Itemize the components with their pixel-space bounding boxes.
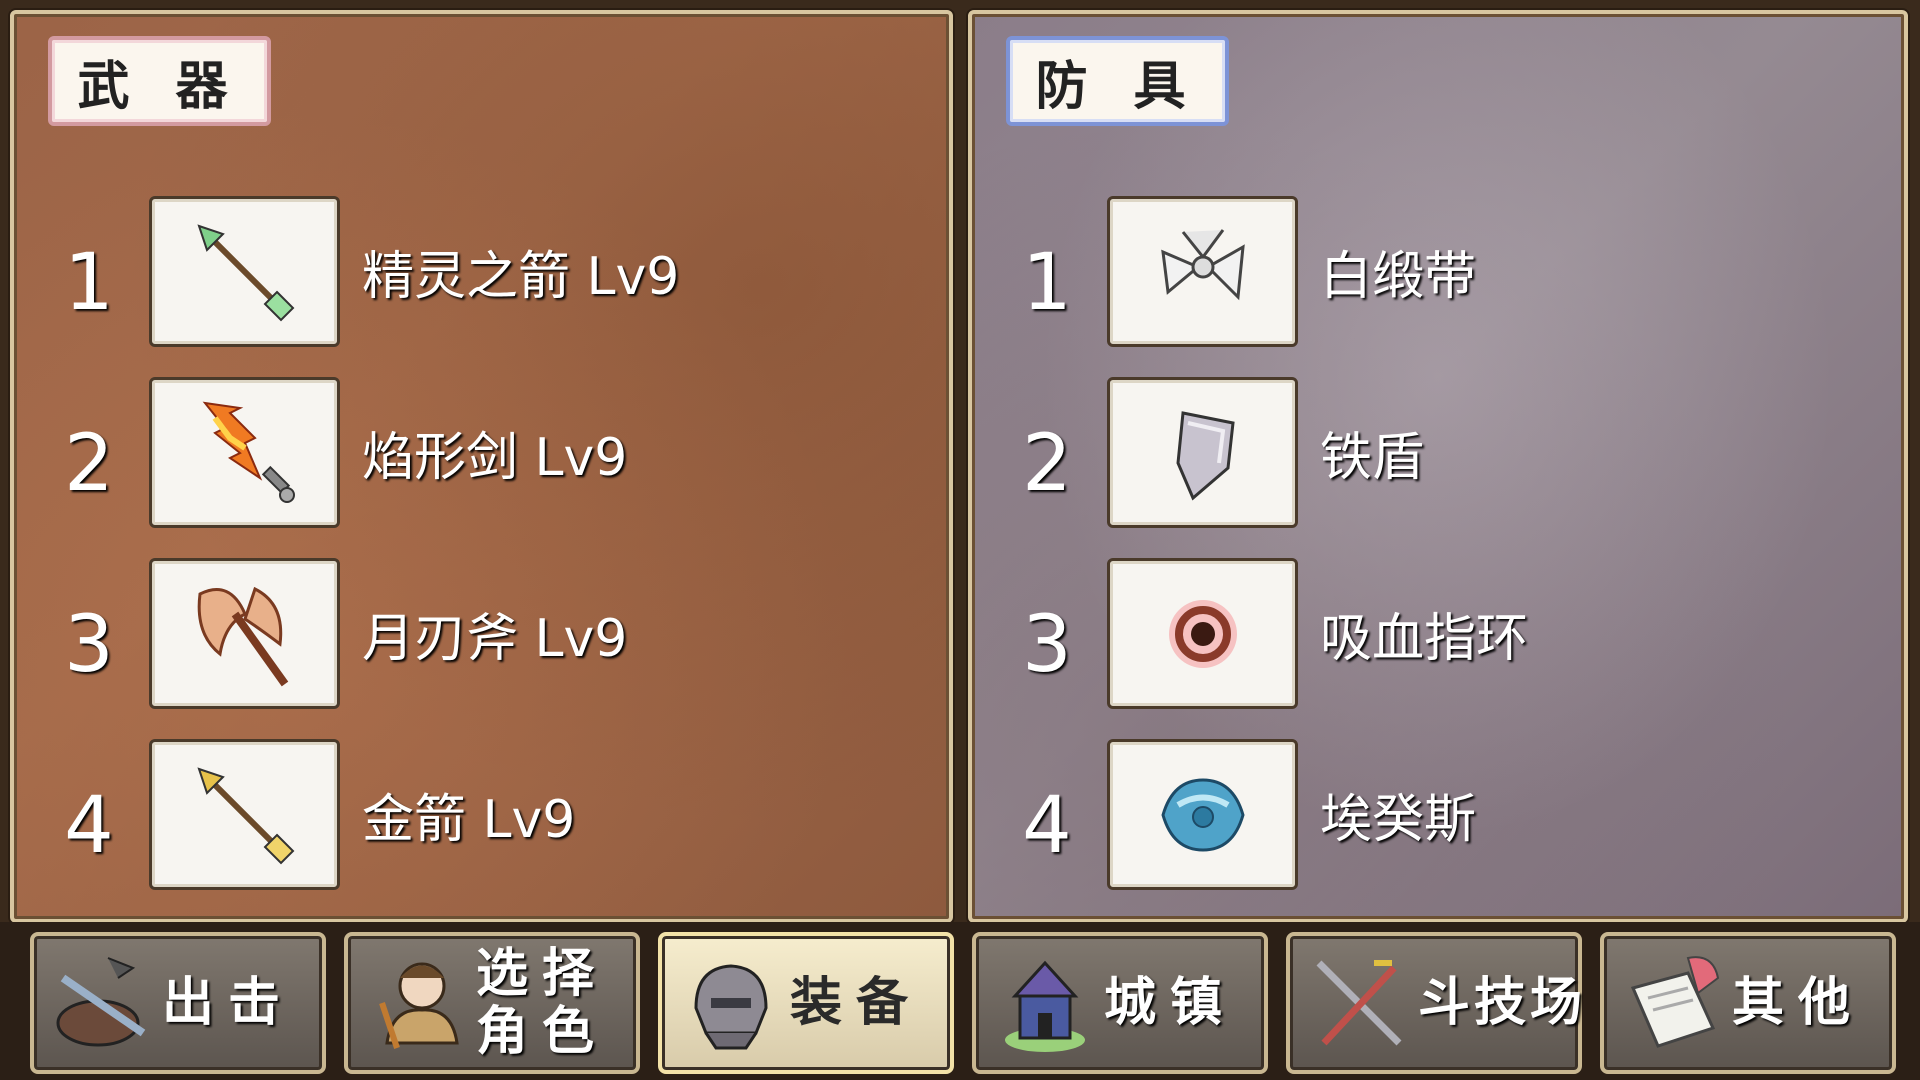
armor-slot-2[interactable]: 2 铁盾	[972, 377, 1872, 528]
armor-helmet-icon	[672, 944, 790, 1062]
town-button[interactable]: 城镇	[972, 932, 1268, 1074]
other-button[interactable]: 其他	[1600, 932, 1896, 1074]
aegis-icon[interactable]	[1107, 739, 1298, 890]
iron-shield-icon[interactable]	[1107, 377, 1298, 528]
nav-label-line1: 选择	[476, 944, 609, 1004]
weapon-slot-4[interactable]: 4 金箭 Lv9	[14, 739, 914, 890]
nav-label: 斗技场	[1418, 973, 1587, 1033]
slot-number: 1	[64, 238, 114, 328]
slot-number: 3	[1022, 600, 1072, 690]
weapon-slot-1[interactable]: 1 精灵之箭 Lv9	[14, 196, 914, 347]
vampire-ring-icon[interactable]	[1107, 558, 1298, 709]
moon-axe-icon[interactable]	[149, 558, 340, 709]
armor-name: 铁盾	[1320, 428, 1425, 488]
scroll-icon	[1614, 944, 1732, 1062]
town-icon	[986, 944, 1104, 1062]
armor-slot-1[interactable]: 1 白缎带	[972, 196, 1872, 347]
armor-name: 吸血指环	[1320, 609, 1529, 669]
weapons-panel: 武 器 1 精灵之箭 Lv9 2 焰形剑 Lv9 3 月刃斧 Lv9 4 金箭 …	[10, 10, 953, 923]
slot-number: 2	[64, 419, 114, 509]
armor-title: 防 具	[1006, 36, 1229, 126]
weapon-slot-3[interactable]: 3 月刃斧 Lv9	[14, 558, 914, 709]
gold-arrow-icon[interactable]	[149, 739, 340, 890]
nav-label: 装备	[790, 973, 923, 1033]
slot-number: 4	[1022, 781, 1072, 871]
weapon-name: 金箭 Lv9	[362, 790, 576, 850]
nav-label: 其他	[1732, 973, 1865, 1033]
armor-name: 白缎带	[1320, 247, 1477, 307]
weapon-name: 月刃斧 Lv9	[362, 609, 628, 669]
armor-slot-3[interactable]: 3 吸血指环	[972, 558, 1872, 709]
weapon-slot-2[interactable]: 2 焰形剑 Lv9	[14, 377, 914, 528]
slot-number: 1	[1022, 238, 1072, 328]
armor-slot-4[interactable]: 4 埃癸斯	[972, 739, 1872, 890]
elf-arrow-icon[interactable]	[149, 196, 340, 347]
arena-swords-icon	[1300, 944, 1418, 1062]
white-ribbon-icon[interactable]	[1107, 196, 1298, 347]
armor-name: 埃癸斯	[1320, 790, 1477, 850]
weapons-title: 武 器	[48, 36, 271, 126]
flame-sword-icon[interactable]	[149, 377, 340, 528]
sortie-icon	[44, 944, 162, 1062]
sortie-button[interactable]: 出击	[30, 932, 326, 1074]
bottom-nav: 出击 选择 角色 装备 城镇 斗技场 其他	[0, 922, 1920, 1080]
slot-number: 3	[64, 600, 114, 690]
slot-number: 2	[1022, 419, 1072, 509]
nav-label: 城镇	[1104, 973, 1237, 1033]
weapon-name: 焰形剑 Lv9	[362, 428, 628, 488]
weapon-name: 精灵之箭 Lv9	[362, 247, 680, 307]
slot-number: 4	[64, 781, 114, 871]
nav-label: 出击	[162, 973, 295, 1033]
equipment-button[interactable]: 装备	[658, 932, 954, 1074]
character-icon	[358, 944, 476, 1062]
nav-label: 选择 角色	[476, 945, 608, 1061]
nav-label-line2: 角色	[476, 1002, 609, 1062]
select-character-button[interactable]: 选择 角色	[344, 932, 640, 1074]
armor-panel: 防 具 1 白缎带 2 铁盾 3 吸血指环 4 埃癸斯	[968, 10, 1908, 923]
arena-button[interactable]: 斗技场	[1286, 932, 1582, 1074]
